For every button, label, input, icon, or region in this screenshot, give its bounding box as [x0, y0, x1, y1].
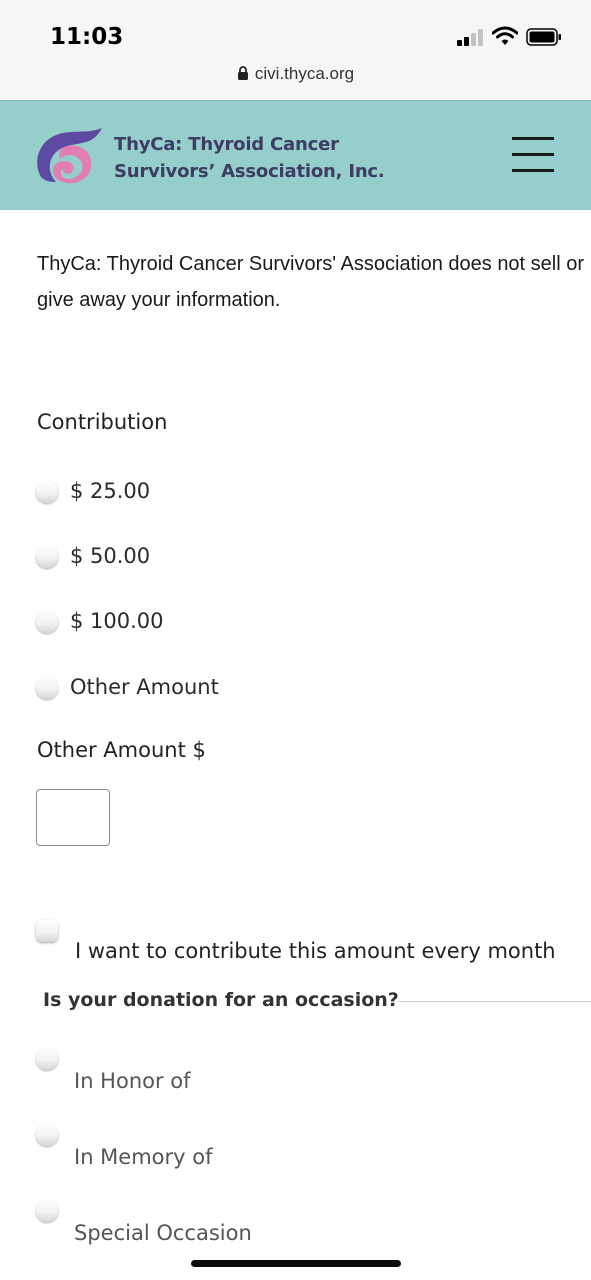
site-header: ThyCa: Thyroid Cancer Survivors’ Associa…: [0, 100, 591, 210]
contribution-option-label: $ 50.00: [70, 544, 151, 568]
contribution-option-label: Other Amount: [70, 675, 219, 699]
other-amount-label: Other Amount $: [37, 738, 206, 762]
thyca-logo-icon[interactable]: [34, 125, 106, 187]
radio-button[interactable]: [36, 1200, 58, 1222]
hamburger-menu-icon[interactable]: [509, 135, 557, 175]
lock-icon: [237, 65, 249, 80]
occasion-legend: Is your donation for an occasion?: [43, 989, 399, 1011]
wifi-icon: [492, 26, 518, 45]
contribution-option-label: $ 25.00: [70, 479, 151, 503]
battery-icon: [526, 28, 561, 46]
radio-button[interactable]: [36, 1124, 58, 1146]
signal-icon: [457, 28, 485, 46]
radio-button[interactable]: [36, 481, 58, 503]
status-time: 11:03: [50, 24, 124, 50]
radio-button[interactable]: [36, 1048, 58, 1070]
site-logo-text[interactable]: ThyCa: Thyroid Cancer Survivors’ Associa…: [114, 131, 385, 185]
radio-button[interactable]: [36, 677, 58, 699]
privacy-notice: ThyCa: Thyroid Cancer Survivors' Associa…: [37, 253, 585, 311]
status-bar: 11:03 civi.thyca.org: [0, 0, 591, 100]
home-indicator[interactable]: [191, 1260, 401, 1267]
occasion-option-label: Special Occasion: [74, 1221, 252, 1245]
contribution-label: Contribution: [37, 410, 168, 434]
radio-button[interactable]: [36, 611, 58, 633]
logo-line-2: Survivors’ Association, Inc.: [114, 161, 385, 182]
recurring-checkbox[interactable]: [36, 920, 58, 942]
url-text: civi.thyca.org: [254, 64, 355, 83]
recurring-label: I want to contribute this amount every m…: [75, 939, 556, 963]
occasion-option-label: In Honor of: [74, 1069, 191, 1093]
other-amount-input[interactable]: [36, 789, 110, 846]
logo-line-1: ThyCa: Thyroid Cancer: [114, 134, 339, 155]
fieldset-divider: [398, 1001, 591, 1002]
address-bar[interactable]: civi.thyca.org: [0, 64, 591, 88]
radio-button[interactable]: [36, 546, 58, 568]
contribution-option-label: $ 100.00: [70, 609, 164, 633]
occasion-option-label: In Memory of: [74, 1145, 213, 1169]
